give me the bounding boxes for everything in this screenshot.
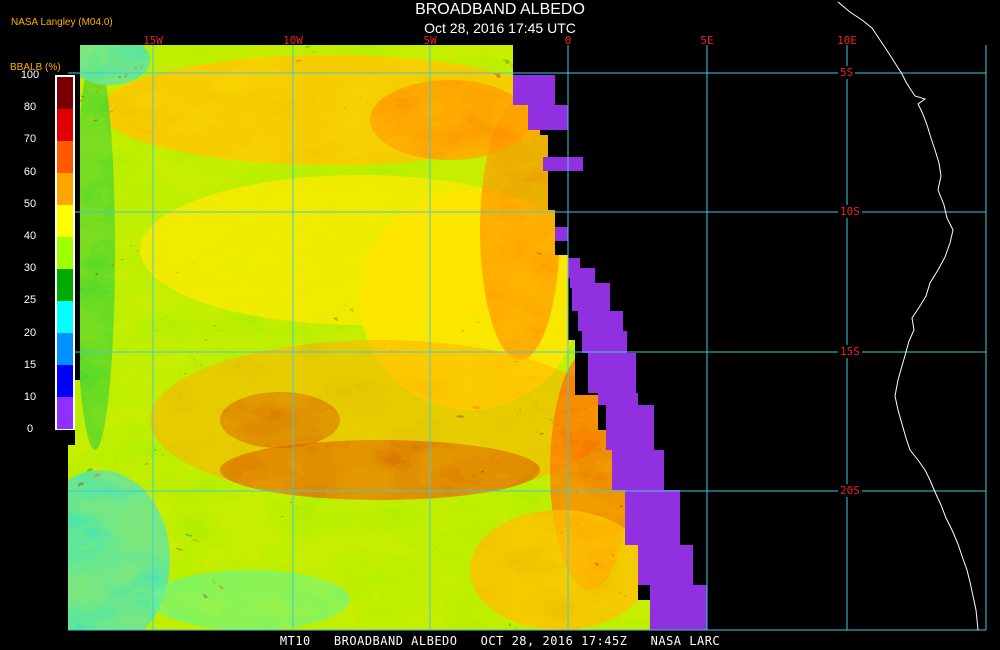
legend-tick-label: 30	[23, 262, 37, 275]
albedo-data-field	[68, 45, 650, 630]
legend-swatch	[57, 173, 73, 205]
legend-swatch	[57, 237, 73, 269]
legend-tick-label: 100	[20, 69, 40, 81]
bottom-caption: MT10 BROADBAND ALBEDO OCT 28, 2016 17:45…	[279, 634, 721, 648]
longitude-label: 15W	[143, 34, 163, 47]
legend-swatch	[57, 205, 73, 237]
longitude-label: 0	[564, 34, 572, 47]
legend-tick-label: 15	[23, 358, 37, 371]
legend-swatch	[57, 397, 73, 429]
legend-swatch	[57, 77, 73, 109]
latitude-label: 15S	[838, 345, 862, 358]
legend-tick-label: 0	[26, 423, 34, 436]
latitude-label: 20S	[838, 484, 862, 497]
legend-swatch	[57, 301, 73, 333]
latitude-label: 10S	[838, 205, 862, 218]
legend-swatch	[57, 365, 73, 397]
legend-tick-label: 25	[23, 294, 37, 307]
legend-color-bar	[55, 75, 75, 430]
longitude-label: 5W	[423, 34, 437, 47]
legend-swatch	[57, 333, 73, 365]
legend-swatch	[57, 269, 73, 301]
latitude-label: 5S	[838, 66, 856, 79]
legend-tick-label: 60	[23, 165, 37, 178]
coastline	[837, 1, 979, 631]
legend-swatch	[57, 109, 73, 141]
map-title: BROADBAND ALBEDO	[415, 1, 585, 18]
legend-tick-label: 10	[23, 391, 37, 403]
legend-tick-label: 40	[23, 230, 37, 242]
legend-tick-label: 70	[23, 133, 37, 146]
legend-swatch	[57, 141, 73, 173]
legend-tick-label: 50	[23, 197, 37, 210]
longitude-label: 10W	[283, 34, 303, 47]
albedo-map	[55, 1, 987, 631]
legend-tick-label: 20	[23, 326, 37, 339]
legend-tick-label: 80	[23, 101, 37, 114]
longitude-label: 5E	[700, 34, 714, 47]
producer-label: NASA Langley (M04.0)	[11, 17, 113, 28]
longitude-label: 10E	[837, 34, 857, 47]
